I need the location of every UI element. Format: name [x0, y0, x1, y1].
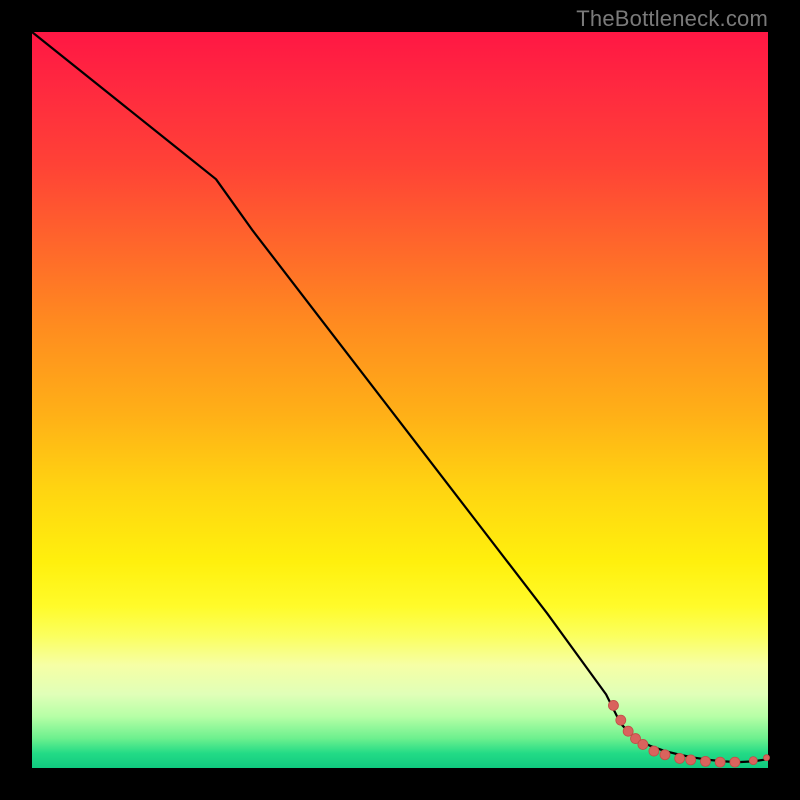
markers-group	[608, 700, 769, 767]
data-marker	[638, 739, 648, 749]
bottleneck-curve	[32, 32, 768, 762]
data-marker	[660, 750, 670, 760]
plot-area	[32, 32, 768, 768]
data-marker	[764, 755, 770, 761]
data-marker	[700, 756, 710, 766]
data-marker	[730, 757, 740, 767]
data-marker	[715, 757, 725, 767]
chart-overlay	[32, 32, 768, 768]
data-marker	[749, 757, 757, 765]
data-marker	[608, 700, 618, 710]
data-marker	[623, 726, 633, 736]
data-marker	[649, 746, 659, 756]
watermark-label: TheBottleneck.com	[576, 6, 768, 32]
data-marker	[675, 753, 685, 763]
data-marker	[686, 755, 696, 765]
data-marker	[616, 715, 626, 725]
chart-frame: TheBottleneck.com	[0, 0, 800, 800]
